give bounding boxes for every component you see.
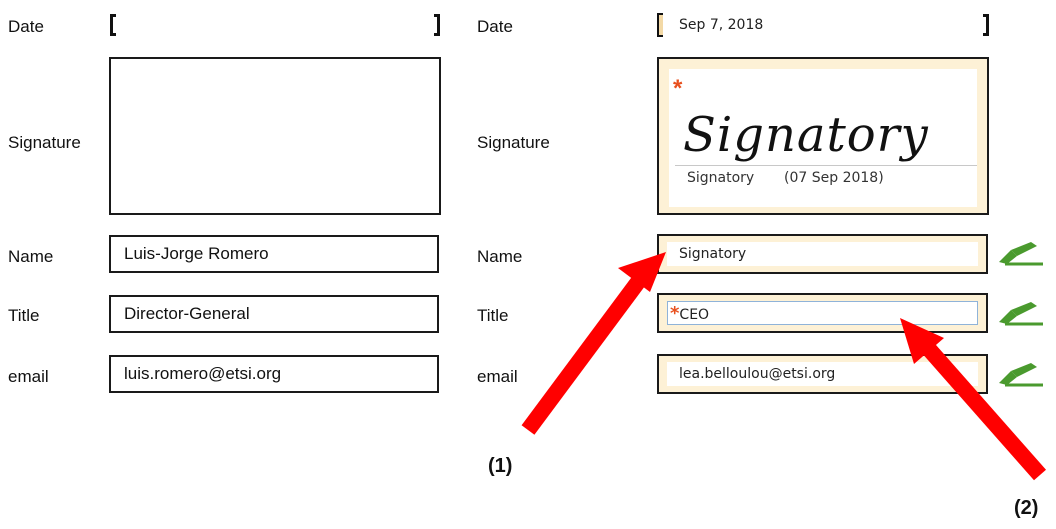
annotation-arrows [521,252,1047,481]
arrow-1-label: (1) [488,455,513,477]
arrow-2-label: (2) [1014,497,1039,519]
arrow-1-shaft [521,277,645,435]
arrow-2-shaft [921,342,1047,481]
